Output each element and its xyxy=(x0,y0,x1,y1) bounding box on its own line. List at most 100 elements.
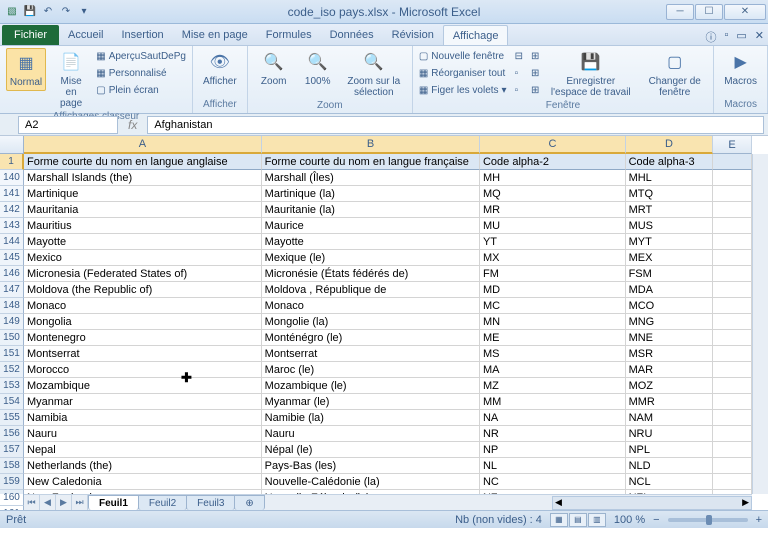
data-cell[interactable]: MA xyxy=(480,362,626,378)
data-cell[interactable]: MOZ xyxy=(626,378,713,394)
row-header[interactable]: 141 xyxy=(0,186,24,202)
data-cell[interactable]: NAM xyxy=(626,410,713,426)
sheet-nav-first[interactable]: ⏮ xyxy=(24,495,40,510)
data-cell[interactable]: Martinique (la) xyxy=(262,186,480,202)
data-cell[interactable]: Namibie (la) xyxy=(262,410,480,426)
tab-affichage[interactable]: Affichage xyxy=(443,25,509,45)
switch-windows-button[interactable]: ▢ Changer de fenêtre xyxy=(642,48,707,100)
zoom-level[interactable]: 100 % xyxy=(614,514,645,526)
data-cell[interactable]: Monaco xyxy=(262,298,480,314)
show-button[interactable]: 👁 Afficher xyxy=(199,48,241,89)
row-header[interactable]: 159 xyxy=(0,474,24,490)
row-header[interactable]: 1 xyxy=(0,154,24,170)
row-header[interactable]: 153 xyxy=(0,378,24,394)
restore-icon[interactable]: ▭ xyxy=(736,29,746,45)
data-cell[interactable]: Nouvelle-Calédonie (la) xyxy=(262,474,480,490)
row-header[interactable]: 150 xyxy=(0,330,24,346)
row-header[interactable]: 158 xyxy=(0,458,24,474)
data-cell[interactable]: FSM xyxy=(626,266,713,282)
data-cell[interactable]: Mozambique xyxy=(24,378,262,394)
page-break-btn[interactable]: ▥ xyxy=(588,513,606,527)
help-icon[interactable]: ⓘ xyxy=(705,29,716,45)
custom-views-button[interactable]: ▦ Personnalisé xyxy=(96,65,186,81)
data-cell[interactable]: MSR xyxy=(626,346,713,362)
row-header[interactable]: 146 xyxy=(0,266,24,282)
sheet-tab-1[interactable]: Feuil1 xyxy=(88,495,139,510)
data-cell[interactable]: Marshall Islands (the) xyxy=(24,170,262,186)
sheet-nav-next[interactable]: ▶ xyxy=(56,495,72,510)
data-cell[interactable]: Mexico xyxy=(24,250,262,266)
data-cell[interactable]: Népal (le) xyxy=(262,442,480,458)
row-header[interactable]: 155 xyxy=(0,410,24,426)
row-header[interactable]: 160 xyxy=(0,490,24,506)
column-header-B[interactable]: B xyxy=(262,136,480,154)
data-cell[interactable]: Martinique xyxy=(24,186,262,202)
data-cell[interactable]: ME xyxy=(480,330,626,346)
data-cell[interactable] xyxy=(713,282,752,298)
data-cell[interactable]: Maroc (le) xyxy=(262,362,480,378)
data-cell[interactable]: Mauritanie (la) xyxy=(262,202,480,218)
data-cell[interactable]: MR xyxy=(480,202,626,218)
data-cell[interactable]: Mexique (le) xyxy=(262,250,480,266)
page-layout-button[interactable]: 📄 Mise en page xyxy=(50,48,92,111)
data-cell[interactable]: Maurice xyxy=(262,218,480,234)
full-screen-button[interactable]: ▢ Plein écran xyxy=(96,82,186,98)
data-cell[interactable] xyxy=(713,330,752,346)
data-cell[interactable]: MMR xyxy=(626,394,713,410)
data-cell[interactable]: MUS xyxy=(626,218,713,234)
data-cell[interactable]: NP xyxy=(480,442,626,458)
data-cell[interactable]: NPL xyxy=(626,442,713,458)
data-cell[interactable]: MD xyxy=(480,282,626,298)
data-cell[interactable]: NL xyxy=(480,458,626,474)
minimize-ribbon-icon[interactable]: ▫ xyxy=(724,29,728,45)
column-header-C[interactable]: C xyxy=(480,136,626,154)
data-cell[interactable] xyxy=(713,234,752,250)
freeze-panes-button[interactable]: ▦ Figer les volets ▾ xyxy=(419,82,507,98)
data-cell[interactable]: NC xyxy=(480,474,626,490)
data-cell[interactable] xyxy=(713,202,752,218)
name-box[interactable]: A2 xyxy=(18,116,118,134)
tab-mise-en-page[interactable]: Mise en page xyxy=(173,25,257,45)
macros-button[interactable]: ▶ Macros xyxy=(720,48,761,89)
page-break-preview-button[interactable]: ▦ AperçuSautDePg xyxy=(96,48,186,64)
data-cell[interactable]: Monaco xyxy=(24,298,262,314)
data-cell[interactable]: FM xyxy=(480,266,626,282)
data-cell[interactable]: Mayotte xyxy=(262,234,480,250)
row-header[interactable]: 147 xyxy=(0,282,24,298)
select-all-corner[interactable] xyxy=(0,136,24,154)
data-cell[interactable]: MN xyxy=(480,314,626,330)
data-cell[interactable] xyxy=(713,266,752,282)
formula-input[interactable]: Afghanistan xyxy=(147,116,764,134)
zoom-button[interactable]: 🔍 Zoom xyxy=(254,48,294,89)
data-cell[interactable]: NLD xyxy=(626,458,713,474)
row-header[interactable]: 145 xyxy=(0,250,24,266)
data-cell[interactable]: Myanmar (le) xyxy=(262,394,480,410)
data-cell[interactable]: Monténégro (le) xyxy=(262,330,480,346)
tab-insertion[interactable]: Insertion xyxy=(112,25,172,45)
data-cell[interactable]: Mongolie (la) xyxy=(262,314,480,330)
data-cell[interactable]: MC xyxy=(480,298,626,314)
column-header-A[interactable]: A xyxy=(24,136,262,154)
tab-accueil[interactable]: Accueil xyxy=(59,25,112,45)
data-cell[interactable]: MYT xyxy=(626,234,713,250)
data-cell[interactable] xyxy=(713,250,752,266)
data-cell[interactable]: MX xyxy=(480,250,626,266)
horizontal-scrollbar[interactable]: ◀ ▶ xyxy=(552,496,752,510)
sheet-tab-2[interactable]: Feuil2 xyxy=(138,495,187,510)
header-cell[interactable]: Forme courte du nom en langue anglaise xyxy=(24,154,262,170)
data-cell[interactable]: Micronésie (États fédérés de) xyxy=(262,266,480,282)
data-cell[interactable]: Pays-Bas (les) xyxy=(262,458,480,474)
data-cell[interactable] xyxy=(713,170,752,186)
data-cell[interactable] xyxy=(713,186,752,202)
hide-button[interactable]: ▫ xyxy=(515,65,523,81)
row-header[interactable]: 149 xyxy=(0,314,24,330)
normal-view-button[interactable]: ▦ Normal xyxy=(6,48,46,91)
data-cell[interactable]: Mauritania xyxy=(24,202,262,218)
tab-revision[interactable]: Révision xyxy=(383,25,443,45)
data-cell[interactable]: Mayotte xyxy=(24,234,262,250)
zoom-selection-button[interactable]: 🔍 Zoom sur la sélection xyxy=(342,48,406,100)
data-cell[interactable]: NCL xyxy=(626,474,713,490)
data-cell[interactable]: Montserrat xyxy=(24,346,262,362)
header-cell[interactable]: Code alpha-2 xyxy=(480,154,626,170)
undo-icon[interactable]: ↶ xyxy=(40,4,56,20)
